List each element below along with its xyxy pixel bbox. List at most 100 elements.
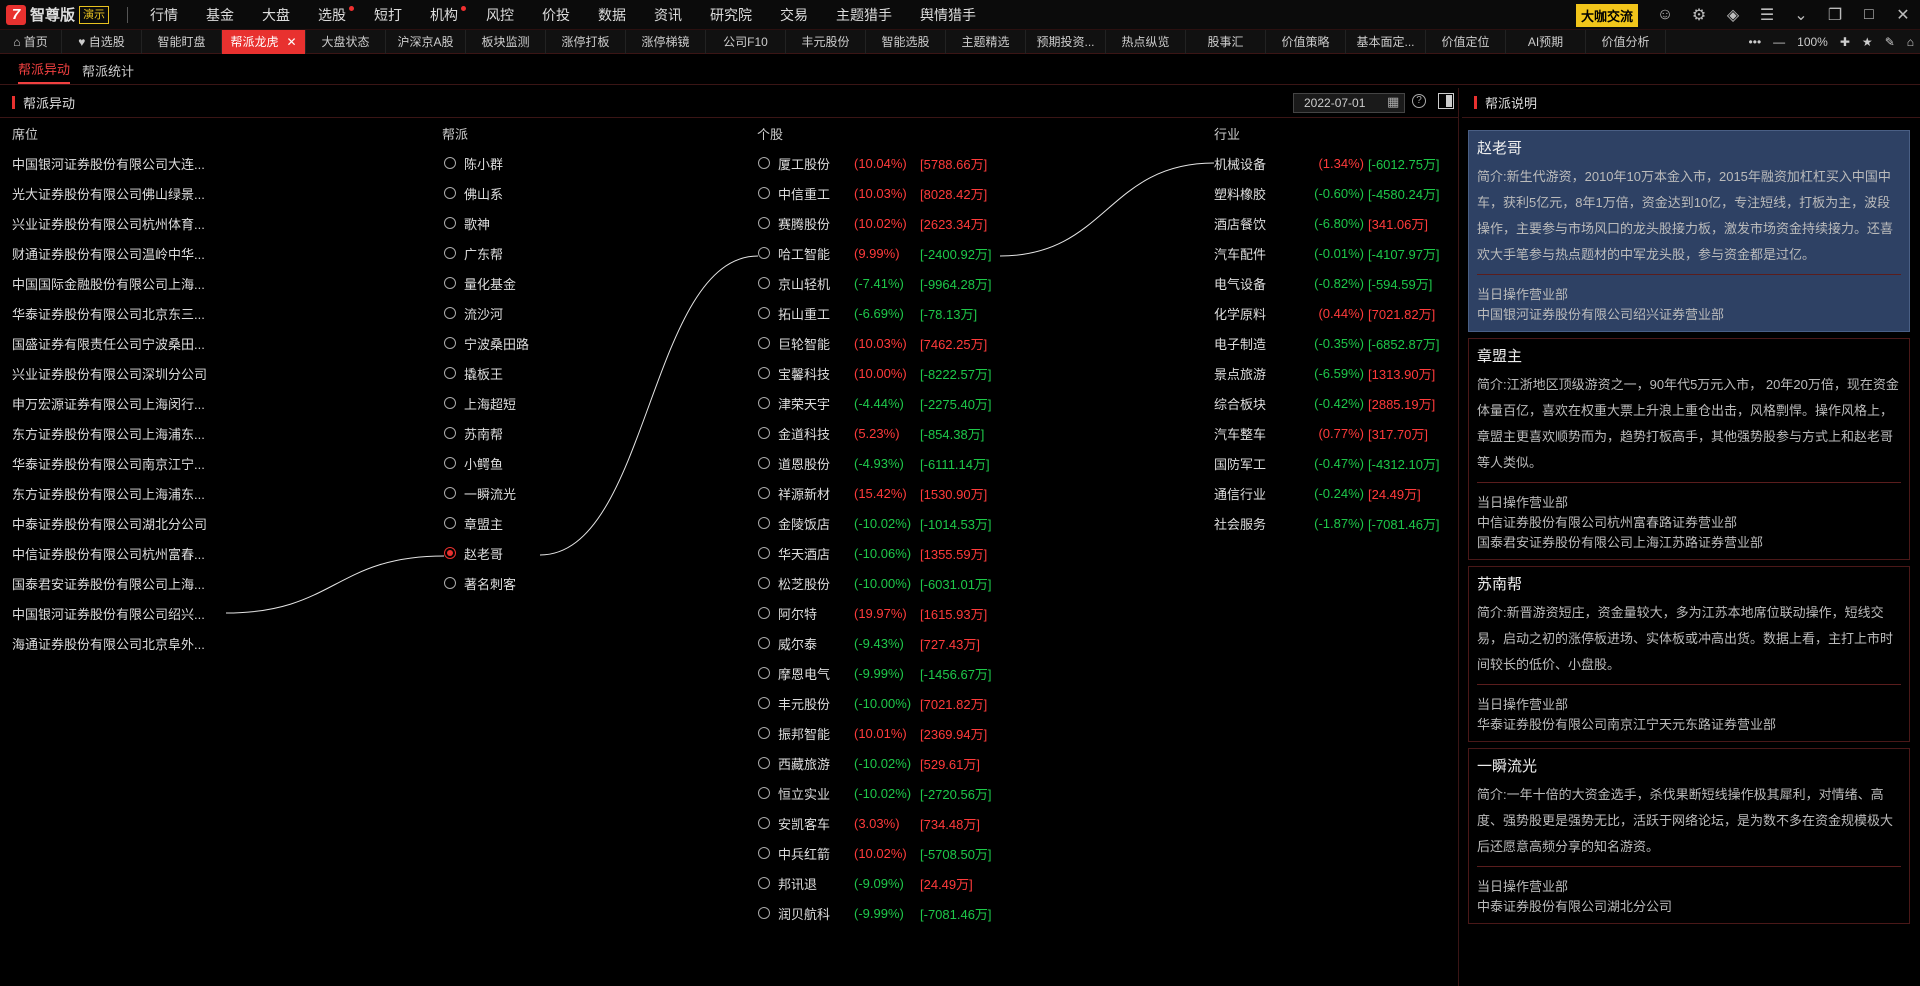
industry-row[interactable]: 化学原料 (0.44%) [7021.82万] — [1214, 298, 1440, 328]
seat-row[interactable]: 国盛证券有限责任公司宁波桑田... — [12, 328, 207, 358]
menu-item[interactable]: 大盘 — [248, 0, 304, 30]
stock-row[interactable]: 祥源新材 (15.42%) [1530.90万] — [758, 478, 992, 508]
stock-row[interactable]: 京山轻机 (-7.41%) [-9964.28万] — [758, 268, 992, 298]
seat-row[interactable]: 中泰证券股份有限公司湖北分公司 — [12, 508, 207, 538]
stock-radio[interactable] — [758, 547, 770, 559]
gang-radio[interactable] — [444, 397, 456, 409]
stock-row[interactable]: 道恩股份 (-4.93%) [-6111.14万] — [758, 448, 992, 478]
stock-radio[interactable] — [758, 157, 770, 169]
calendar-icon[interactable]: ▦ — [1387, 94, 1399, 110]
menu-item[interactable]: 基金 — [192, 0, 248, 30]
stock-row[interactable]: 丰元股份 (-10.00%) [7021.82万] — [758, 688, 992, 718]
menu-item[interactable]: 行情 — [136, 0, 192, 30]
tab-item[interactable]: 板块监测 — [466, 29, 546, 54]
tab-item[interactable]: 价值策略 — [1266, 29, 1346, 54]
stock-row[interactable]: 威尔泰 (-9.43%) [727.43万] — [758, 628, 992, 658]
gang-radio[interactable] — [444, 457, 456, 469]
stock-row[interactable]: 厦工股份 (10.04%) [5788.66万] — [758, 148, 992, 178]
tab-item[interactable]: 帮派龙虎 ✕ — [222, 29, 306, 54]
stock-radio[interactable] — [758, 277, 770, 289]
gang-radio[interactable] — [444, 367, 456, 379]
star-icon[interactable]: ★ — [1862, 35, 1873, 49]
gang-row[interactable]: 陈小群 — [444, 148, 540, 178]
seat-row[interactable]: 华泰证券股份有限公司北京东三... — [12, 298, 207, 328]
gang-row[interactable]: 苏南帮 — [444, 418, 540, 448]
tab-item[interactable]: 涨停打板 — [546, 29, 626, 54]
expert-chat-button[interactable]: 大咖交流 — [1575, 3, 1638, 27]
seat-row[interactable]: 申万宏源证券有限公司上海闵行... — [12, 388, 207, 418]
seat-row[interactable]: 中国银河证券股份有限公司绍兴... — [12, 598, 207, 628]
seat-row[interactable]: 兴业证券股份有限公司深圳分公司 — [12, 358, 207, 388]
tab-item[interactable]: 基本面定... — [1346, 29, 1426, 54]
restore-window-icon[interactable]: ❐ — [1818, 5, 1852, 25]
gang-row[interactable]: 上海超短 — [444, 388, 540, 418]
tab-item[interactable]: 丰元股份 — [786, 29, 866, 54]
pen-icon[interactable]: ✎ — [1885, 35, 1895, 49]
gang-radio[interactable] — [444, 427, 456, 439]
stock-row[interactable]: 宝馨科技 (10.00%) [-8222.57万] — [758, 358, 992, 388]
stock-radio[interactable] — [758, 577, 770, 589]
tab-item[interactable]: 股事汇 — [1186, 29, 1266, 54]
gang-radio[interactable] — [444, 247, 456, 259]
gang-row[interactable]: 宁波桑田路 — [444, 328, 540, 358]
seat-row[interactable]: 国泰君安证券股份有限公司上海... — [12, 568, 207, 598]
stock-row[interactable]: 中信重工 (10.03%) [8028.42万] — [758, 178, 992, 208]
tab-item[interactable]: 大盘状态 — [306, 29, 386, 54]
stock-radio[interactable] — [758, 847, 770, 859]
gang-radio[interactable] — [444, 157, 456, 169]
gang-row[interactable]: 赵老哥 — [444, 538, 540, 568]
menu-item[interactable]: 短打 — [360, 0, 416, 30]
menu-item[interactable]: 风控 — [472, 0, 528, 30]
stock-row[interactable]: 恒立实业 (-10.02%) [-2720.56万] — [758, 778, 992, 808]
seat-row[interactable]: 东方证券股份有限公司上海浦东... — [12, 478, 207, 508]
tab-item[interactable]: ⌂ 首页 — [0, 29, 62, 54]
stock-radio[interactable] — [758, 667, 770, 679]
tab-item[interactable]: ♥ 自选股 — [62, 29, 142, 54]
maximize-window-icon[interactable]: □ — [1852, 6, 1886, 24]
tab-item[interactable]: 热点纵览 — [1106, 29, 1186, 54]
stock-row[interactable]: 阿尔特 (19.97%) [1615.93万] — [758, 598, 992, 628]
industry-row[interactable]: 景点旅游 (-6.59%) [1313.90万] — [1214, 358, 1440, 388]
industry-row[interactable]: 电子制造 (-0.35%) [-6852.87万] — [1214, 328, 1440, 358]
stock-row[interactable]: 赛腾股份 (10.02%) [2623.34万] — [758, 208, 992, 238]
zoom-out-icon[interactable]: — — [1773, 35, 1785, 49]
gang-radio[interactable] — [444, 217, 456, 229]
stock-row[interactable]: 华天酒店 (-10.06%) [1355.59万] — [758, 538, 992, 568]
industry-row[interactable]: 汽车配件 (-0.01%) [-4107.97万] — [1214, 238, 1440, 268]
seat-row[interactable]: 中国银河证券股份有限公司大连... — [12, 148, 207, 178]
stock-row[interactable]: 拓山重工 (-6.69%) [-78.13万] — [758, 298, 992, 328]
gang-radio[interactable] — [444, 307, 456, 319]
chevron-down-icon[interactable]: ⌄ — [1784, 5, 1818, 25]
stock-row[interactable]: 中兵红箭 (10.02%) [-5708.50万] — [758, 838, 992, 868]
seat-row[interactable]: 中国国际金融股份有限公司上海... — [12, 268, 207, 298]
menu-item[interactable]: 交易 — [766, 0, 822, 30]
industry-row[interactable]: 塑料橡胶 (-0.60%) [-4580.24万] — [1214, 178, 1440, 208]
stock-radio[interactable] — [758, 757, 770, 769]
panel-toggle-icon[interactable] — [1438, 93, 1454, 109]
gang-radio[interactable] — [444, 277, 456, 289]
gang-row[interactable]: 歌神 — [444, 208, 540, 238]
menu-item[interactable]: 研究院 — [696, 0, 766, 30]
subtab-item[interactable]: 帮派异动 — [18, 59, 71, 84]
subtab-item[interactable]: 帮派统计 — [82, 61, 134, 84]
tab-item[interactable]: 公司F10 — [706, 29, 786, 54]
close-window-icon[interactable]: ✕ — [1886, 5, 1920, 25]
home-icon[interactable]: ⌂ — [1907, 35, 1914, 49]
zoom-in-icon[interactable]: ✚ — [1840, 35, 1850, 49]
industry-row[interactable]: 国防军工 (-0.47%) [-4312.10万] — [1214, 448, 1440, 478]
industry-row[interactable]: 酒店餐饮 (-6.80%) [341.06万] — [1214, 208, 1440, 238]
more-tabs-icon[interactable]: ••• — [1749, 35, 1762, 49]
stock-radio[interactable] — [758, 697, 770, 709]
industry-row[interactable]: 电气设备 (-0.82%) [-594.59万] — [1214, 268, 1440, 298]
stock-radio[interactable] — [758, 397, 770, 409]
stock-row[interactable]: 安凯客车 (3.03%) [734.48万] — [758, 808, 992, 838]
stock-row[interactable]: 巨轮智能 (10.03%) [7462.25万] — [758, 328, 992, 358]
menu-item[interactable]: 数据 — [584, 0, 640, 30]
seat-row[interactable]: 海通证券股份有限公司北京阜外... — [12, 628, 207, 658]
industry-row[interactable]: 通信行业 (-0.24%) [24.49万] — [1214, 478, 1440, 508]
gang-radio[interactable] — [444, 547, 456, 559]
tab-item[interactable]: 价值分析 — [1586, 29, 1666, 54]
menu-item[interactable]: 主题猎手 — [822, 0, 906, 30]
gang-row[interactable]: 小鳄鱼 — [444, 448, 540, 478]
seat-row[interactable]: 中信证券股份有限公司杭州富春... — [12, 538, 207, 568]
